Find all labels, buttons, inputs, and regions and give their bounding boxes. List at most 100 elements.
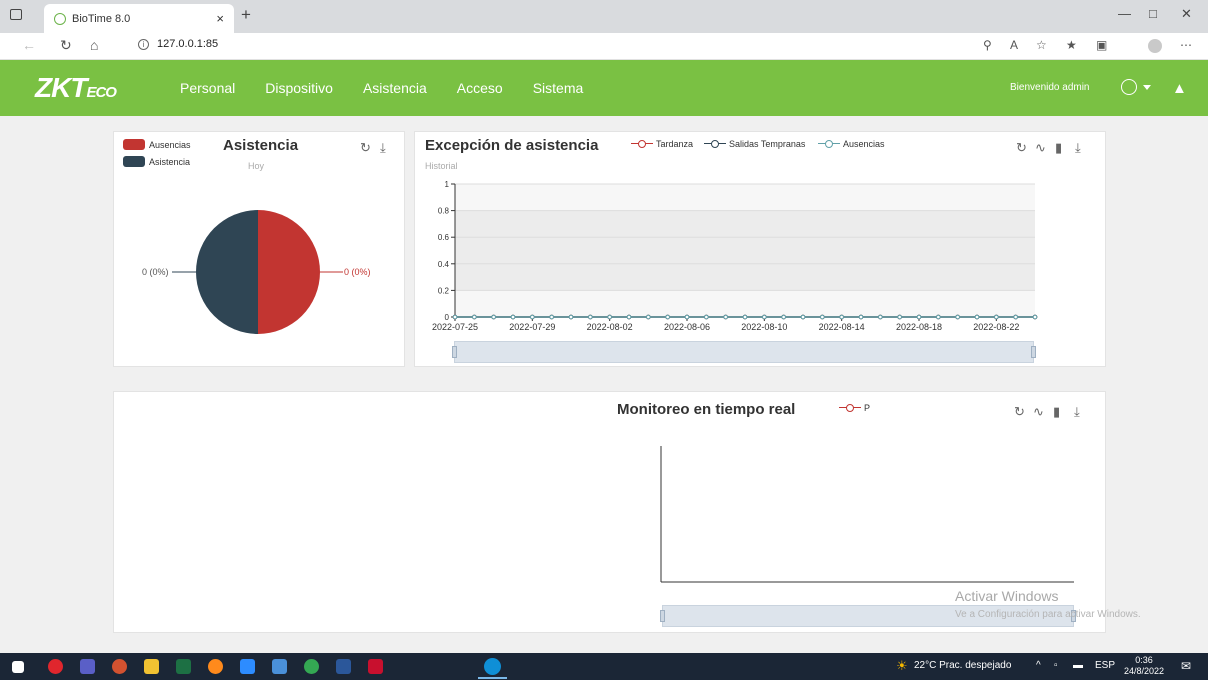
- series-point: [781, 314, 786, 320]
- network-icon[interactable]: ▫: [1054, 660, 1058, 671]
- chrome-icon[interactable]: [304, 659, 319, 674]
- pie-slice-ausencias: [258, 210, 320, 334]
- grid-band: [455, 263, 1035, 291]
- key-icon[interactable]: ⚲: [983, 38, 992, 52]
- browser-tab-strip: BioTime 8.0 × + — □ ✕: [0, 0, 1208, 33]
- series-point: [665, 314, 670, 320]
- menu-acceso[interactable]: Acceso: [457, 80, 503, 96]
- edge-icon[interactable]: [484, 658, 501, 675]
- url-field[interactable]: i 127.0.0.1:85: [138, 38, 218, 50]
- menu-sistema[interactable]: Sistema: [533, 80, 584, 96]
- series-point: [858, 314, 864, 320]
- series-point: [530, 314, 535, 320]
- zoom-handle-left[interactable]: [660, 610, 665, 622]
- x-tick-label: 2022-07-29: [509, 322, 555, 332]
- site-favicon-icon: [54, 12, 66, 25]
- read-aloud-icon[interactable]: A: [1010, 38, 1018, 52]
- close-window-icon[interactable]: ✕: [1181, 6, 1192, 22]
- windows-start-icon[interactable]: [12, 661, 24, 673]
- y-tick-label: 1: [445, 180, 450, 189]
- tray-chevron-icon[interactable]: ^: [1036, 660, 1041, 671]
- zkteco-logo: ZKTECO: [35, 72, 117, 103]
- phone-link-icon[interactable]: [272, 659, 287, 674]
- menu-dispositivo[interactable]: Dispositivo: [265, 80, 333, 96]
- x-tick-label: 2022-08-10: [741, 322, 787, 332]
- series-point: [974, 314, 980, 320]
- series-point: [878, 314, 883, 320]
- series-point: [452, 314, 458, 320]
- series-point: [1013, 314, 1018, 320]
- series-point: [820, 314, 825, 320]
- series-point: [936, 314, 941, 320]
- tab-close-icon[interactable]: ×: [216, 11, 224, 26]
- clock-time: 0:36: [1135, 655, 1153, 665]
- menu-personal[interactable]: Personal: [180, 80, 235, 96]
- opera-icon[interactable]: [48, 659, 63, 674]
- excel-icon[interactable]: [176, 659, 191, 674]
- volume-icon[interactable]: ▬: [1073, 660, 1083, 671]
- empty-panel: [113, 391, 610, 633]
- firefox-icon[interactable]: [208, 659, 223, 674]
- series-point: [955, 314, 960, 320]
- favorites-icon[interactable]: ★: [1066, 38, 1077, 52]
- teams-icon[interactable]: [80, 659, 95, 674]
- recorder-icon[interactable]: [368, 659, 383, 674]
- zoom-handle-right[interactable]: [1031, 346, 1036, 358]
- x-tick-label: 2022-07-25: [432, 322, 478, 332]
- grid-band: [455, 184, 1035, 211]
- add-favorite-icon[interactable]: ☆: [1036, 38, 1047, 52]
- word-icon[interactable]: [336, 659, 351, 674]
- clock-date: 24/8/2022: [1124, 666, 1165, 676]
- back-icon[interactable]: ←: [22, 37, 36, 53]
- restore-icon[interactable]: □: [1149, 6, 1157, 21]
- powerpoint-icon[interactable]: [112, 659, 127, 674]
- zoom-icon[interactable]: [240, 659, 255, 674]
- address-bar: ← ↻ ⌂ i 127.0.0.1:85 ⚲ A ☆ ★ ▣ ⋯: [0, 33, 1208, 60]
- y-tick-label: 0.6: [438, 233, 450, 242]
- clock[interactable]: 0:36 24/8/2022: [1124, 655, 1164, 677]
- series-point: [839, 314, 844, 320]
- more-icon[interactable]: ⋯: [1180, 38, 1192, 52]
- notifications-icon[interactable]: ✉: [1181, 659, 1191, 673]
- chevron-down-icon[interactable]: [1143, 85, 1151, 90]
- browser-tab[interactable]: BioTime 8.0 ×: [44, 4, 234, 33]
- theme-icon[interactable]: ▲: [1172, 80, 1187, 97]
- zoom-handle-left[interactable]: [452, 346, 457, 358]
- series-point: [916, 314, 922, 320]
- pie-slice-asistencia: [196, 210, 258, 334]
- user-icon[interactable]: [1121, 79, 1137, 95]
- attendance-pie-chart: 0 (0%) 0 (0%): [142, 210, 371, 334]
- menu-asistencia[interactable]: Asistencia: [363, 80, 427, 96]
- main-menu: Personal Dispositivo Asistencia Acceso S…: [180, 80, 613, 96]
- series-point: [800, 314, 806, 320]
- attendance-panel: Ausencias Asistencia Asistencia Hoy ↻ ⤓ …: [113, 131, 405, 367]
- app-header: ZKTECO Personal Dispositivo Asistencia A…: [0, 60, 1208, 116]
- series-point: [607, 314, 612, 320]
- info-icon[interactable]: i: [138, 38, 149, 50]
- weather-text[interactable]: 22°C Prac. despejado: [914, 660, 1011, 671]
- new-tab-button[interactable]: +: [241, 5, 251, 25]
- grid-band: [455, 210, 1035, 238]
- minimize-icon[interactable]: —: [1118, 6, 1131, 21]
- series-point: [626, 314, 632, 320]
- series-point: [897, 314, 902, 320]
- welcome-text: Bienvenido admin: [1010, 82, 1090, 93]
- home-icon[interactable]: ⌂: [90, 37, 98, 53]
- y-tick-label: 0.4: [438, 260, 450, 269]
- tab-actions-icon[interactable]: [10, 9, 22, 20]
- language-indicator[interactable]: ESP: [1095, 660, 1115, 671]
- series-point: [684, 314, 690, 320]
- refresh-icon[interactable]: ↻: [60, 37, 72, 54]
- exception-panel: Excepción de asistencia Historial Tardan…: [414, 131, 1106, 367]
- y-tick-label: 0.8: [438, 207, 450, 216]
- series-point: [646, 314, 651, 320]
- profile-avatar[interactable]: [1148, 39, 1162, 53]
- collections-icon[interactable]: ▣: [1096, 38, 1107, 52]
- active-app-indicator: [478, 677, 507, 679]
- series-point: [994, 314, 999, 320]
- tab-title: BioTime 8.0: [72, 12, 131, 25]
- series-point: [472, 314, 477, 320]
- file-explorer-icon[interactable]: [144, 659, 159, 674]
- weather-icon[interactable]: ☀: [896, 658, 908, 674]
- data-zoom-slider[interactable]: [452, 341, 1036, 363]
